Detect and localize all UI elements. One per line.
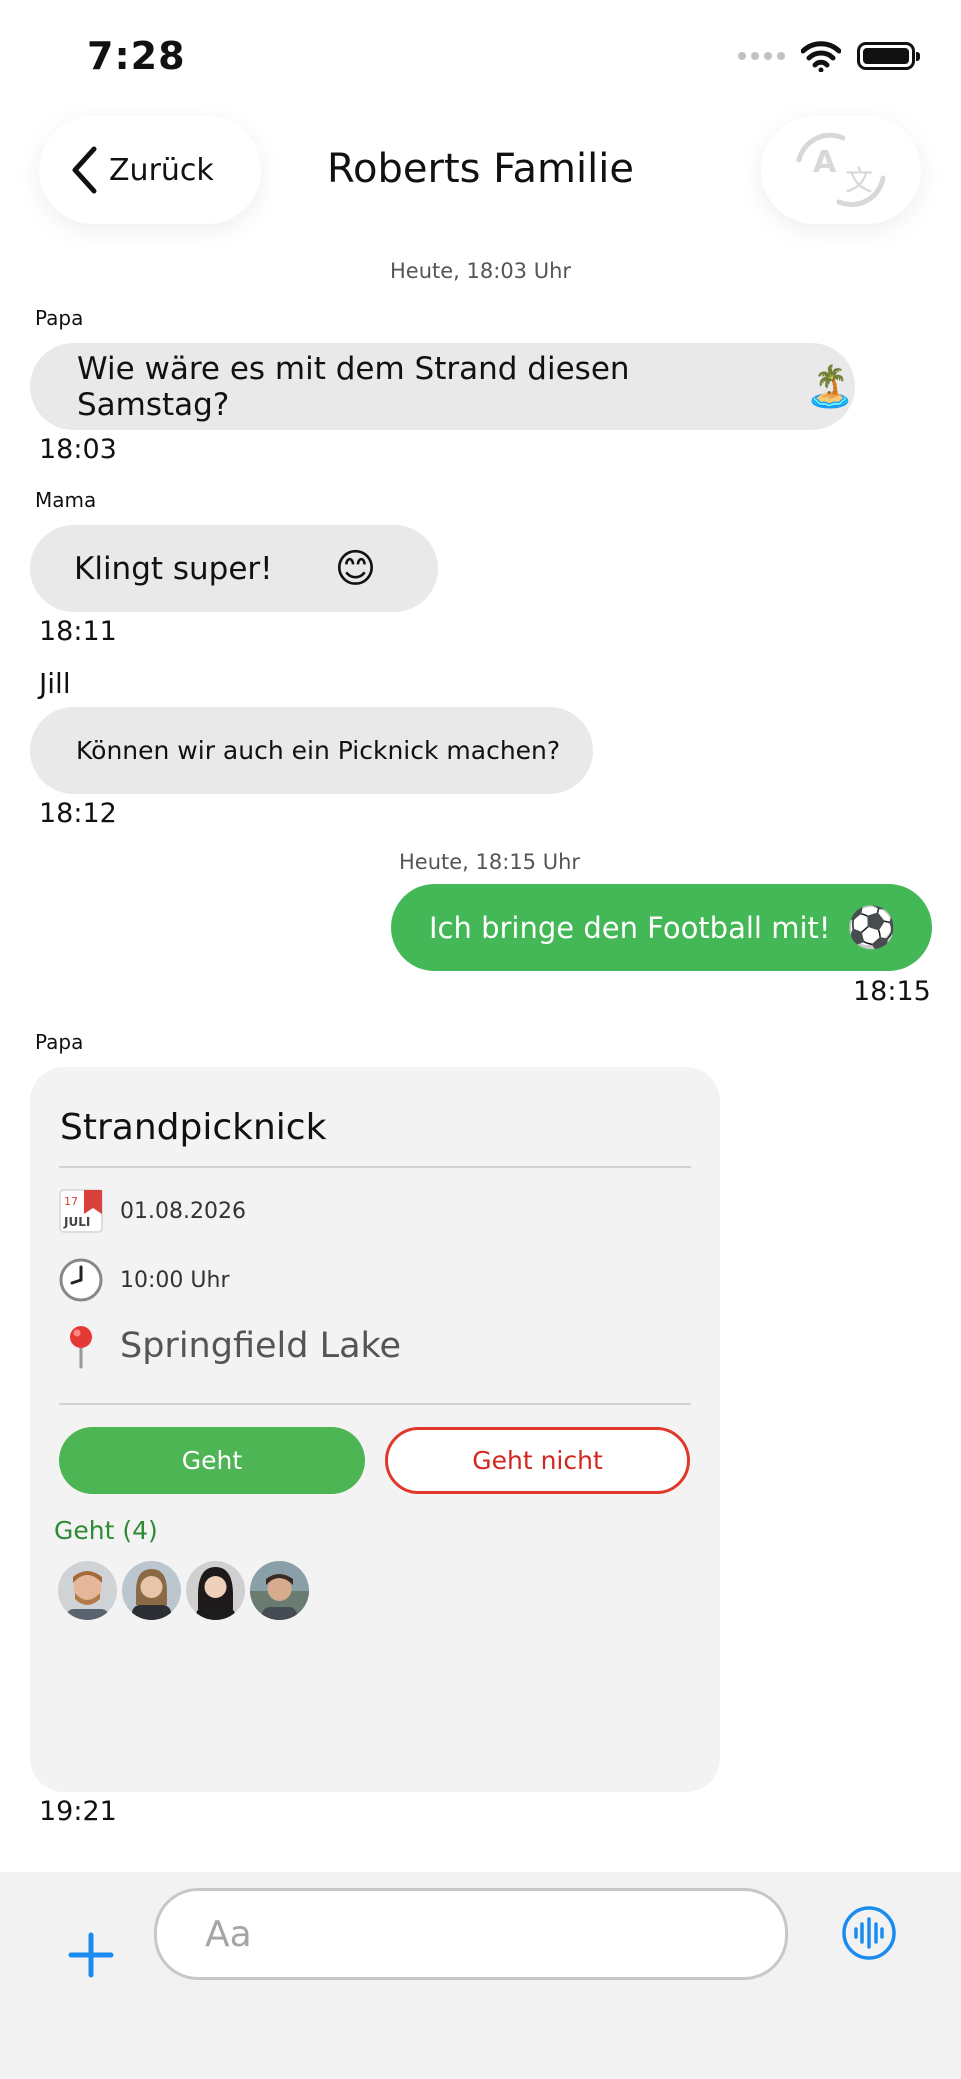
avatar[interactable] xyxy=(122,1561,181,1620)
clock-icon xyxy=(59,1258,103,1302)
pin-icon xyxy=(70,1326,92,1369)
voice-icon[interactable] xyxy=(841,1905,897,1961)
status-icons xyxy=(738,40,920,72)
plus-icon[interactable] xyxy=(67,1931,115,1979)
svg-text:文: 文 xyxy=(845,164,873,197)
svg-text:A: A xyxy=(813,145,837,180)
event-time-row: 10:00 Uhr xyxy=(58,1257,229,1303)
sender-name: Papa xyxy=(35,1030,84,1054)
battery-icon xyxy=(857,42,920,70)
message-time: 19:21 xyxy=(39,1796,117,1827)
beach-emoji-icon: 🏝️ xyxy=(805,364,855,410)
not-going-button[interactable]: Geht nicht xyxy=(385,1427,690,1494)
svg-text:JULI: JULI xyxy=(63,1215,90,1229)
status-time: 7:28 xyxy=(87,34,186,78)
message-time: 18:15 xyxy=(853,976,931,1007)
message-input[interactable] xyxy=(154,1888,788,1980)
calendar-icon: 17 JULI xyxy=(59,1189,103,1233)
message-bubble[interactable]: Klingt super! 😊 xyxy=(30,525,438,612)
wifi-icon xyxy=(801,41,841,72)
event-date: 01.08.2026 xyxy=(120,1198,246,1224)
event-location: Springfield Lake xyxy=(120,1326,402,1366)
svg-text:17: 17 xyxy=(64,1195,78,1208)
date-separator: Heute, 18:15 Uhr xyxy=(399,850,581,874)
chat-screen: 7:28 Zurück Roberts Familie A 文 Heute, 1… xyxy=(0,0,961,2079)
smile-emoji-icon: 😊 xyxy=(334,545,377,592)
message-text: Klingt super! xyxy=(74,550,273,587)
message-text: Wie wäre es mit dem Strand diesen Samsta… xyxy=(77,350,630,423)
message-time: 18:03 xyxy=(39,434,117,465)
divider xyxy=(59,1166,691,1168)
sender-name: Jill xyxy=(39,667,71,700)
translate-button[interactable]: A 文 xyxy=(761,116,921,224)
event-date-row: 17 JULI 01.08.2026 xyxy=(58,1188,246,1234)
message-text: Ich bringe den Football mit! xyxy=(429,910,831,945)
composer-bar xyxy=(0,1872,961,2079)
avatar[interactable] xyxy=(250,1561,309,1620)
signal-icon xyxy=(738,52,785,60)
translate-icon: A 文 xyxy=(796,132,886,208)
outgoing-message-bubble[interactable]: Ich bringe den Football mit! ⚽ xyxy=(391,884,932,971)
avatar[interactable] xyxy=(58,1561,117,1620)
message-time: 18:11 xyxy=(39,616,117,647)
sender-name: Mama xyxy=(35,488,97,512)
divider xyxy=(59,1403,691,1405)
sender-name: Papa xyxy=(35,306,84,330)
football-emoji-icon: ⚽ xyxy=(846,905,897,951)
message-bubble[interactable]: Können wir auch ein Picknick machen? xyxy=(30,707,593,794)
message-time: 18:12 xyxy=(39,798,117,829)
going-count: Geht (4) xyxy=(54,1516,158,1545)
event-time: 10:00 Uhr xyxy=(120,1267,230,1293)
going-button[interactable]: Geht xyxy=(59,1427,365,1494)
attendee-avatars xyxy=(58,1561,309,1620)
event-card: Strandpicknick 17 JULI 01.08.2026 10:00 … xyxy=(30,1067,720,1792)
avatar[interactable] xyxy=(186,1561,245,1620)
date-separator: Heute, 18:03 Uhr xyxy=(390,259,572,283)
event-location-row: Springfield Lake xyxy=(58,1323,401,1369)
event-title: Strandpicknick xyxy=(60,1107,327,1148)
message-text: Können wir auch ein Picknick machen? xyxy=(76,736,561,765)
message-bubble[interactable]: Wie wäre es mit dem Strand diesen Samsta… xyxy=(30,343,855,430)
